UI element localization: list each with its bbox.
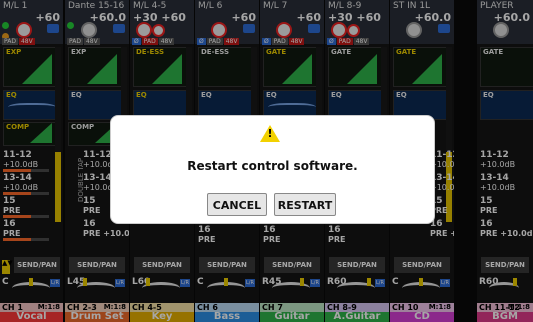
dialog-message: Restart control software. xyxy=(187,159,358,173)
restart-dialog: ! Restart control software. CANCEL RESTA… xyxy=(110,115,435,224)
cancel-button[interactable]: CANCEL xyxy=(207,193,267,216)
warning-icon-mark: ! xyxy=(267,127,273,140)
restart-button[interactable]: RESTART xyxy=(274,193,336,216)
